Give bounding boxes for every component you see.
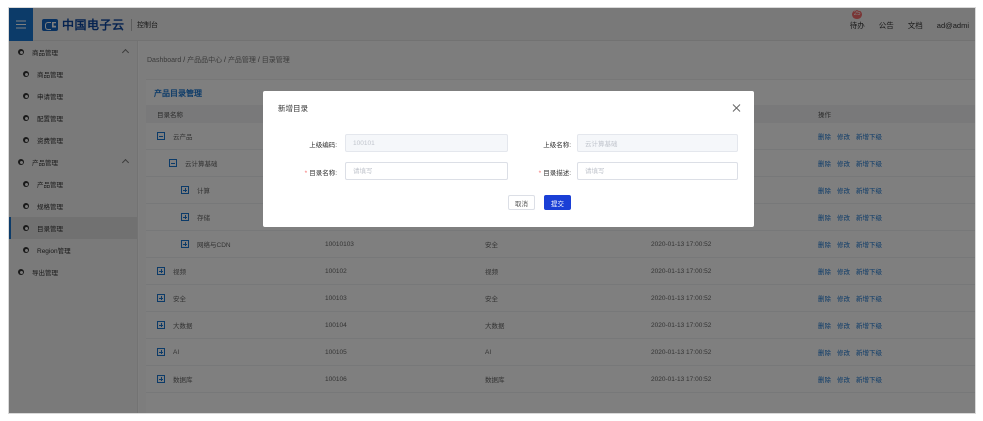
submit-button[interactable]: 提交: [544, 195, 571, 210]
catalog-name-input[interactable]: [345, 162, 508, 180]
parent-code-label: 上级编码:: [309, 142, 337, 149]
catalog-desc-label: * 目录描述:: [513, 167, 571, 177]
add-catalog-dialog: 新增目录 上级编码: 上级名称: *目录名称: *目录描述: 取消 提交: [263, 91, 754, 227]
close-icon[interactable]: [731, 103, 741, 113]
required-mark: *: [304, 170, 308, 177]
parent-name-label: 上级名称:: [543, 142, 571, 149]
required-mark: *: [538, 170, 542, 177]
dialog-title: 新增目录: [278, 104, 308, 113]
catalog-desc-label-text: 目录描述:: [543, 170, 571, 177]
catalog-desc-input[interactable]: [577, 162, 738, 180]
catalog-name-label: * 目录名称:: [279, 167, 337, 177]
cancel-button[interactable]: 取消: [508, 195, 535, 210]
catalog-name-label-text: 目录名称:: [309, 170, 337, 177]
app-window: 中国电子云 控制台 25 待办 公告 文档 ad@admi 商品管理 商品管理 …: [8, 7, 976, 414]
parent-name-field: [577, 134, 738, 152]
parent-code-field: [345, 134, 508, 152]
